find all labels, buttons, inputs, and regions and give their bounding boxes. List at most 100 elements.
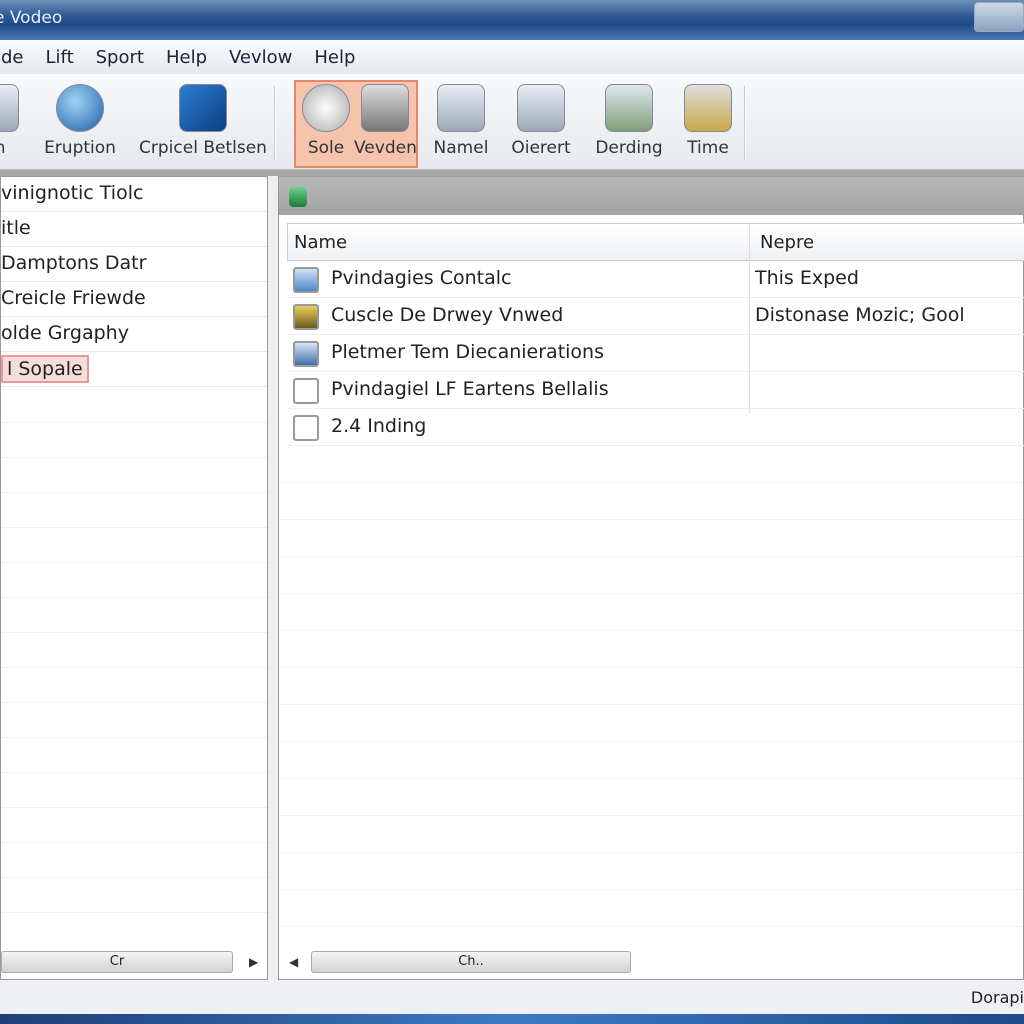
window-control-button[interactable] [974, 2, 1024, 32]
keyboard-icon [437, 84, 485, 132]
taskbar [0, 1014, 1024, 1024]
row-line [279, 556, 1023, 557]
row-line [279, 778, 1023, 779]
toolbar-button-crpicel-betlsen[interactable]: Crpicel Betlsen [138, 80, 268, 158]
row-name: Pvindagies Contalc [331, 267, 512, 289]
row-line [1, 632, 267, 633]
menu-item[interactable]: Help [314, 47, 355, 68]
toolbar-separator [274, 86, 276, 160]
toolbar-button-time[interactable]: Time [680, 80, 736, 158]
row-line [1, 562, 267, 563]
row-line [279, 741, 1023, 742]
table-row[interactable]: 2.4 Inding [287, 409, 1024, 446]
scrollbar-label: Ch.. [458, 954, 484, 969]
tools-icon [605, 84, 653, 132]
list-item[interactable]: Damptons Datr [1, 247, 267, 282]
row-line [1, 527, 267, 528]
drive-check-icon [179, 84, 227, 132]
toolbar-label: Sole [307, 138, 345, 158]
printer-icon [361, 84, 409, 132]
row-line [279, 815, 1023, 816]
row-line [1, 737, 267, 738]
row-line [1, 667, 267, 668]
table-row[interactable]: Cuscle De Drwey Vnwed Distonase Mozic; Go… [287, 298, 1024, 335]
menu-item[interactable]: Sport [96, 47, 144, 68]
table-row[interactable]: Pvindagiel LF Eartens Bellalis [287, 372, 1024, 409]
column-header-name[interactable]: Name [294, 232, 347, 253]
toolbar-button-eruption[interactable]: Eruption [38, 80, 122, 158]
disc-icon [517, 84, 565, 132]
menu-item[interactable]: Help [166, 47, 207, 68]
menu-item[interactable]: ide [0, 47, 24, 68]
panel-header [279, 177, 1024, 215]
row-line [1, 807, 267, 808]
toolbar: on Eruption Crpicel Betlsen Sole Vevden … [0, 74, 1024, 170]
scroll-right-arrow-icon[interactable]: ▶ [249, 955, 258, 969]
list-item-label: Damptons Datr [1, 252, 147, 274]
row-line [1, 597, 267, 598]
row-line [1, 492, 267, 493]
toolbar-label: Namel [433, 138, 489, 158]
checkbox-icon[interactable] [293, 415, 319, 441]
list-item-label: Creicle Friewde [1, 287, 146, 309]
disk-icon [293, 341, 319, 367]
row-line [279, 926, 1023, 927]
toolbar-button-namel[interactable]: Namel [430, 80, 492, 158]
menu-item[interactable]: Lift [46, 47, 74, 68]
row-line [279, 593, 1023, 594]
table-row[interactable]: Pvindagies Contalc This Exped [287, 261, 1024, 298]
row-line [279, 889, 1023, 890]
horizontal-scrollbar-thumb[interactable]: Ch.. [311, 951, 631, 973]
toolbar-label: Derding [595, 138, 663, 158]
row-col2: Distonase Mozic; Gool [755, 304, 965, 326]
scroll-left-arrow-icon[interactable]: ◀ [289, 955, 298, 969]
toolbar-button-sole[interactable]: Sole [298, 80, 354, 158]
toolbar-button-vevden[interactable]: Vevden [354, 80, 417, 158]
toolbar-label: Crpicel Betlsen [139, 138, 267, 158]
toolbar-label: Eruption [44, 138, 116, 158]
list-item-selected[interactable]: l Sopale [1, 352, 267, 387]
row-line [1, 877, 267, 878]
row-line [279, 667, 1023, 668]
column-header: Name Nepre [287, 223, 1024, 261]
list-item[interactable]: olde Grgaphy [1, 317, 267, 352]
row-line [1, 842, 267, 843]
row-name: 2.4 Inding [331, 415, 427, 437]
menu-bar: ide Lift Sport Help Vevlow Help [0, 40, 1024, 74]
globe-icon [56, 84, 104, 132]
shortcut-icon [293, 267, 319, 293]
green-status-icon[interactable] [289, 187, 307, 207]
table-row[interactable]: Pletmer Tem Diecanierations [287, 335, 1024, 372]
row-line [279, 630, 1023, 631]
toolbar-separator [744, 86, 746, 160]
horizontal-scrollbar-thumb[interactable]: Cr [1, 951, 233, 973]
list-item[interactable]: Creicle Friewde [1, 282, 267, 317]
row-name: Pvindagiel LF Eartens Bellalis [331, 378, 609, 400]
toolbar-label: Oierert [511, 138, 571, 158]
status-bar: Dorapi [0, 980, 1024, 1016]
title-bar: e Vodeo [0, 0, 1024, 40]
list-item-label: vinignotic Tiolc [1, 182, 144, 204]
status-text: Dorapi [970, 988, 1024, 1007]
column-header-nepre[interactable]: Nepre [760, 232, 814, 253]
list-item[interactable]: itle [1, 212, 267, 247]
list-item-label: olde Grgaphy [1, 322, 129, 344]
toolbar-label: on [0, 138, 6, 158]
toolbar-button-derding[interactable]: Derding [592, 80, 666, 158]
right-list-panel: Name Nepre Pvindagies Contalc This Exped … [278, 176, 1024, 980]
toolbar-button-oierert[interactable]: Oierert [508, 80, 574, 158]
row-name: Cuscle De Drwey Vnwed [331, 304, 564, 326]
bell-icon [684, 84, 732, 132]
left-tree-panel: vinignotic Tiolc itle Damptons Datr Crei… [0, 176, 268, 980]
row-col2: This Exped [755, 267, 859, 289]
row-line [1, 702, 267, 703]
toolbar-button-on[interactable]: on [0, 80, 20, 158]
list-item[interactable]: vinignotic Tiolc [1, 177, 267, 212]
checkbox-icon[interactable] [293, 378, 319, 404]
scrollbar-label: Cr [109, 954, 125, 969]
row-line [1, 912, 267, 913]
menu-item[interactable]: Vevlow [229, 47, 292, 68]
list-item-label: l Sopale [1, 355, 89, 383]
row-line [279, 519, 1023, 520]
window-title: e Vodeo [0, 8, 63, 28]
